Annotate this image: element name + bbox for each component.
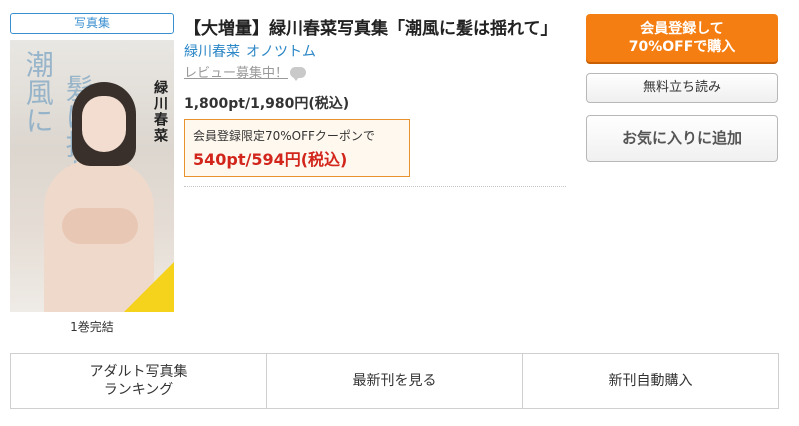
book-cover-image[interactable]: 潮風に 髪は揺れて 緑川春菜: [10, 40, 174, 312]
ranking-tab[interactable]: アダルト写真集 ランキング: [11, 354, 267, 408]
cover-calligraphy-1: 潮風に: [21, 50, 55, 134]
auto-purchase-label: 新刊自動購入: [608, 373, 693, 389]
add-to-favorites-button[interactable]: お気に入りに追加: [586, 115, 778, 162]
latest-volume-tab[interactable]: 最新刊を見る: [267, 354, 523, 408]
author-link-2[interactable]: オノツトム: [246, 44, 316, 60]
ranking-tab-line1: アダルト写真集: [89, 364, 188, 380]
register-and-buy-button[interactable]: 会員登録して 70%OFFで購入: [586, 14, 778, 62]
cover-name: 緑川春菜: [152, 80, 168, 144]
author-link-1[interactable]: 緑川春菜: [184, 44, 240, 60]
review-label: レビュー募集中！: [184, 66, 289, 81]
cover-corner-badge: [124, 262, 174, 312]
auto-purchase-tab[interactable]: 新刊自動購入: [523, 354, 778, 408]
free-preview-button[interactable]: 無料立ち読み: [586, 73, 778, 103]
coupon-label: 会員登録限定70%OFFクーポンで: [193, 129, 375, 143]
ranking-tab-line2: ランキング: [103, 382, 174, 398]
register-button-line1: 会員登録して: [640, 21, 724, 37]
speech-bubble-icon: [290, 67, 307, 81]
category-tag: 写真集: [10, 13, 174, 34]
register-button-line2: 70%OFFで購入: [628, 39, 736, 55]
coupon-box: 会員登録限定70%OFFクーポンで 540pt/594円(税込): [184, 119, 410, 177]
bottom-tab-bar: アダルト写真集 ランキング 最新刊を見る 新刊自動購入: [10, 353, 779, 409]
review-link[interactable]: レビュー募集中！: [184, 62, 307, 81]
price: 1,800pt/1,980円(税込): [184, 96, 350, 112]
coupon-price: 540pt/594円(税込): [193, 150, 348, 169]
latest-volume-label: 最新刊を見る: [352, 373, 437, 389]
cover-figure-face: [82, 96, 126, 152]
cover-figure-garment: [62, 208, 138, 244]
author-list: 緑川春菜 オノツトム: [184, 41, 322, 61]
divider: [184, 186, 566, 187]
product-title: 【大増量】緑川春菜写真集「潮風に髪は揺れて」: [184, 19, 558, 39]
volume-note: 1巻完結: [70, 320, 114, 334]
